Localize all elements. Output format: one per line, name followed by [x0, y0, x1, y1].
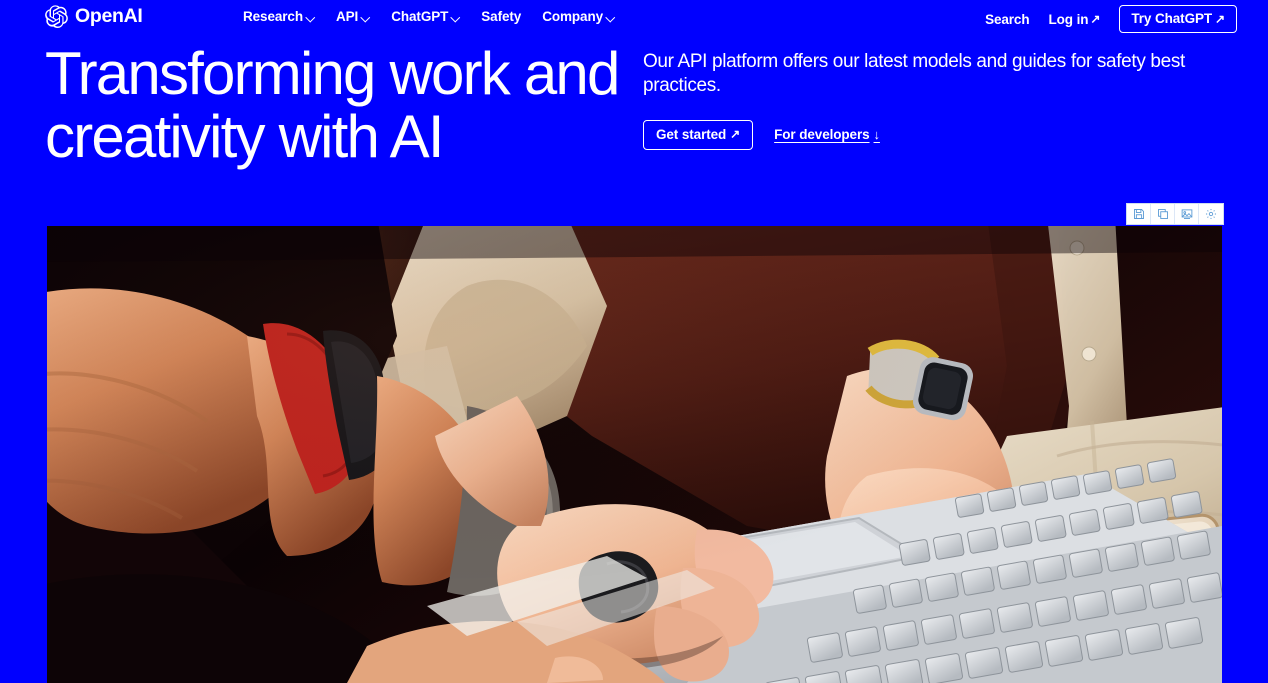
get-started-button[interactable]: Get started ↗ [643, 119, 754, 150]
hero-subtitle: Our API platform offers our latest model… [643, 51, 1185, 97]
page-root: OpenAI Research API ChatGPT Safety Compa… [0, 0, 1268, 683]
login-link[interactable]: Log in ↗ [1049, 12, 1101, 27]
nav-item-research[interactable]: Research [243, 9, 315, 24]
chevron-down-icon [451, 13, 460, 22]
image-toolbar [1126, 203, 1224, 225]
page-title-line-2: creativity with AI [45, 103, 445, 170]
search-label: Search [985, 11, 1030, 27]
save-icon [1133, 208, 1145, 220]
nav-item-company[interactable]: Company [542, 9, 615, 24]
save-button[interactable] [1127, 204, 1151, 224]
for-developers-link[interactable]: For developers ↓ [774, 127, 880, 142]
arrow-down-icon: ↓ [873, 127, 881, 143]
copy-button[interactable] [1151, 204, 1175, 224]
image-icon [1181, 208, 1193, 220]
chevron-down-icon [306, 13, 315, 22]
copy-icon [1157, 208, 1169, 220]
chevron-down-icon [361, 13, 370, 22]
arrow-up-right-icon: ↗ [1090, 12, 1101, 26]
page-title: Transforming work and creativity with AI [45, 42, 645, 168]
nav-menu: Research API ChatGPT Safety Company [243, 9, 615, 24]
get-started-label: Get started [656, 126, 727, 142]
image-button[interactable] [1175, 204, 1199, 224]
nav-item-label: Company [542, 9, 604, 24]
for-developers-label: For developers [774, 127, 870, 143]
gear-icon [1205, 208, 1217, 220]
try-chatgpt-label: Try ChatGPT [1131, 11, 1213, 26]
hero-image-illustration [47, 226, 1222, 683]
settings-button[interactable] [1199, 204, 1223, 224]
page-title-line-1: Transforming work and [45, 40, 620, 107]
hero-content: Our API platform offers our latest model… [643, 50, 1223, 150]
nav-item-chatgpt[interactable]: ChatGPT [391, 9, 460, 24]
arrow-up-right-icon: ↗ [1215, 11, 1225, 26]
openai-logo-icon [45, 5, 68, 28]
hero-image [47, 226, 1222, 683]
login-label: Log in [1048, 11, 1089, 27]
nav-item-label: Research [243, 9, 303, 24]
brand-name: OpenAI [75, 4, 143, 27]
nav-item-label: ChatGPT [391, 9, 449, 24]
nav-item-safety[interactable]: Safety [481, 9, 521, 24]
nav-actions: Search Log in ↗ Try ChatGPT ↗ [985, 5, 1237, 33]
chevron-down-icon [606, 13, 615, 22]
hero-actions: Get started ↗ For developers ↓ [643, 119, 1223, 150]
main-navigation: OpenAI Research API ChatGPT Safety Compa… [0, 0, 1268, 34]
brand-logo[interactable]: OpenAI [45, 5, 143, 28]
arrow-up-right-icon: ↗ [730, 127, 741, 142]
nav-item-label: API [336, 9, 359, 24]
search-button[interactable]: Search [985, 11, 1030, 27]
nav-item-label: Safety [481, 9, 522, 24]
try-chatgpt-button[interactable]: Try ChatGPT ↗ [1119, 5, 1237, 33]
nav-item-api[interactable]: API [336, 9, 370, 24]
